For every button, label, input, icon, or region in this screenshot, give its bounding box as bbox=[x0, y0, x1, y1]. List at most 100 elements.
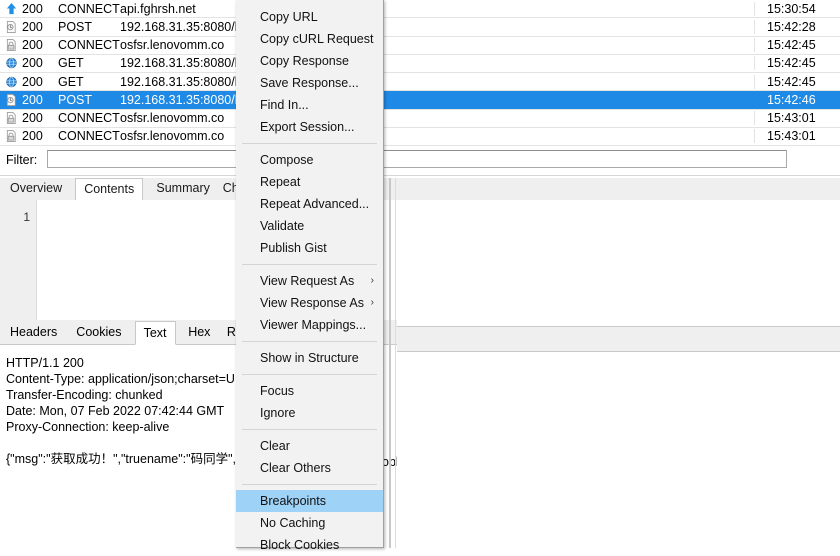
menu-item-view-response-as[interactable]: View Response As › bbox=[236, 292, 383, 314]
menu-item-label: Repeat Advanced... bbox=[260, 197, 370, 211]
menu-item-label: Find In... bbox=[260, 98, 309, 112]
session-row-icon bbox=[0, 20, 22, 34]
tab-headers[interactable]: Headers bbox=[2, 321, 65, 344]
right-pane bbox=[397, 178, 840, 548]
session-row[interactable]: 200 CONNECT osfsr.lenovomm.co 15:43:01 bbox=[0, 128, 840, 146]
menu-item-label: Show in Structure bbox=[260, 351, 359, 365]
session-row-result: 200 bbox=[22, 111, 43, 126]
menu-item-focus[interactable]: Focus bbox=[236, 380, 383, 402]
session-row[interactable]: 200 CONNECT osfsr.lenovomm.co 15:43:01 bbox=[0, 110, 840, 128]
right-pane-tabstrip bbox=[397, 178, 840, 201]
session-row[interactable]: 200 GET 192.168.31.35:8080/home/user/index… bbox=[0, 55, 840, 73]
session-row-host: osfsr.lenovomm.co bbox=[120, 111, 225, 126]
menu-item-validate[interactable]: Validate bbox=[236, 215, 383, 237]
session-row-time: 15:43:01 bbox=[754, 111, 840, 126]
session-row-icon bbox=[0, 56, 22, 70]
menu-item-view-request-as[interactable]: View Request As › bbox=[236, 270, 383, 292]
menu-item-publish-gist[interactable]: Publish Gist bbox=[236, 237, 383, 259]
menu-separator bbox=[242, 429, 377, 430]
menu-item-clear[interactable]: Clear bbox=[236, 435, 383, 457]
session-row[interactable]: 200 POST 192.168.31.35:8080/home/login 15:4… bbox=[0, 18, 840, 37]
session-row-host: 192.168.31.35:8080/home/login bbox=[120, 19, 296, 34]
session-row-time: 15:42:45 bbox=[754, 74, 840, 89]
menu-item-copy-response[interactable]: Copy Response bbox=[236, 50, 383, 72]
menu-item-save-response[interactable]: Save Response... bbox=[236, 72, 383, 94]
tab-contents[interactable]: Contents bbox=[75, 178, 144, 201]
session-row-icon bbox=[0, 129, 22, 143]
session-row[interactable]: 200 POST 192.168.31.35:8080/home/user/get_… bbox=[0, 91, 840, 110]
session-row-host: api.fghrsh.net bbox=[120, 1, 196, 16]
menu-item-label: Copy URL bbox=[260, 10, 318, 24]
session-row-result: 200 bbox=[22, 19, 43, 34]
menu-item-label: Viewer Mappings... bbox=[260, 318, 367, 332]
session-row-protocol: GET bbox=[58, 74, 84, 89]
menu-item-label: Save Response... bbox=[260, 76, 359, 90]
pane-splitter-shadow bbox=[395, 178, 396, 548]
menu-item-copy-url[interactable]: Copy URL bbox=[236, 6, 383, 28]
session-row[interactable]: 200 CONNECT osfsr.lenovomm.co 15:42:45 bbox=[0, 37, 840, 55]
menu-item-export-session[interactable]: Export Session... bbox=[236, 116, 383, 138]
menu-separator bbox=[242, 143, 377, 144]
tab-overview[interactable]: Overview bbox=[2, 178, 70, 200]
charles-proxy-window: 200 CONNECT api.fghrsh.net 15:30:54 200 POST 1… bbox=[0, 0, 840, 552]
context-menu[interactable]: Copy URL Copy cURL Request Copy Response Sa… bbox=[236, 0, 384, 552]
session-list[interactable]: 200 CONNECT api.fghrsh.net 15:30:54 200 POST 1… bbox=[0, 0, 840, 146]
menu-item-viewer-mappings[interactable]: Viewer Mappings... bbox=[236, 314, 383, 336]
menu-item-copy-curl-request[interactable]: Copy cURL Request bbox=[236, 28, 383, 50]
line-number-gutter: 1 bbox=[0, 200, 37, 320]
session-row-result: 200 bbox=[22, 129, 43, 144]
session-row-result: 200 bbox=[22, 56, 43, 71]
menu-item-compose[interactable]: Compose bbox=[236, 149, 383, 171]
menu-item-label: Ignore bbox=[260, 406, 296, 420]
menu-item-label: Publish Gist bbox=[260, 241, 327, 255]
session-row-time: 15:42:28 bbox=[754, 19, 840, 34]
session-row-time: 15:42:46 bbox=[754, 92, 840, 107]
session-row-icon bbox=[0, 2, 22, 16]
filter-label: Filter: bbox=[6, 153, 38, 167]
menu-separator bbox=[242, 484, 377, 485]
menu-item-find-in[interactable]: Find In... bbox=[236, 94, 383, 116]
session-row-host: osfsr.lenovomm.co bbox=[120, 129, 225, 144]
menu-item-show-in-structure[interactable]: Show in Structure bbox=[236, 347, 383, 369]
session-row-host: 192.168.31.35:8080/home/user/get_current bbox=[120, 93, 754, 107]
session-row-time: 15:42:45 bbox=[754, 38, 840, 53]
session-row-result: 200 bbox=[22, 74, 43, 89]
menu-item-label: Breakpoints bbox=[260, 494, 327, 508]
menu-item-label: Compose bbox=[260, 153, 314, 167]
menu-item-ignore[interactable]: Ignore bbox=[236, 402, 383, 424]
menu-item-label: Clear Others bbox=[260, 461, 331, 475]
session-row-host: osfsr.lenovomm.co bbox=[120, 38, 225, 53]
session-row-protocol: POST bbox=[58, 92, 93, 107]
tab-text[interactable]: Text bbox=[134, 321, 176, 345]
menu-item-repeat[interactable]: Repeat bbox=[236, 171, 383, 193]
chevron-right-icon: › bbox=[370, 297, 374, 308]
menu-item-label: Block Cookies bbox=[260, 538, 340, 552]
menu-item-no-caching[interactable]: No Caching bbox=[236, 512, 383, 534]
menu-item-label: No Caching bbox=[260, 516, 326, 530]
session-row-icon bbox=[0, 38, 22, 52]
menu-item-repeat-advanced[interactable]: Repeat Advanced... bbox=[236, 193, 383, 215]
tab-cookies[interactable]: Cookies bbox=[68, 321, 129, 344]
menu-separator bbox=[242, 264, 377, 265]
menu-item-label: Copy cURL Request bbox=[260, 32, 374, 46]
right-pane-body bbox=[397, 200, 840, 327]
menu-item-breakpoints[interactable]: Breakpoints bbox=[236, 490, 383, 512]
session-row[interactable]: 200 CONNECT api.fghrsh.net 15:30:54 bbox=[0, 0, 840, 19]
filter-divider bbox=[0, 175, 840, 176]
session-row[interactable]: 200 GET 192.168.31.35:8080/home/user/welco… bbox=[0, 73, 840, 92]
globe-icon bbox=[5, 76, 17, 87]
tab-hex[interactable]: Hex bbox=[180, 321, 218, 344]
upload-arrow-icon bbox=[6, 2, 16, 14]
filter-input[interactable] bbox=[47, 150, 787, 168]
session-row-result: 200 bbox=[22, 92, 43, 107]
session-row-time: 15:42:45 bbox=[754, 56, 840, 71]
lock-icon bbox=[6, 130, 16, 143]
pane-splitter[interactable] bbox=[389, 178, 391, 548]
lock-icon bbox=[6, 39, 16, 52]
right-pane-tabstrip-2 bbox=[397, 327, 840, 352]
menu-item-block-cookies[interactable]: Block Cookies bbox=[236, 534, 383, 556]
menu-separator bbox=[242, 374, 377, 375]
tab-summary[interactable]: Summary bbox=[148, 178, 217, 200]
menu-item-label: Copy Response bbox=[260, 54, 349, 68]
menu-item-clear-others[interactable]: Clear Others bbox=[236, 457, 383, 479]
